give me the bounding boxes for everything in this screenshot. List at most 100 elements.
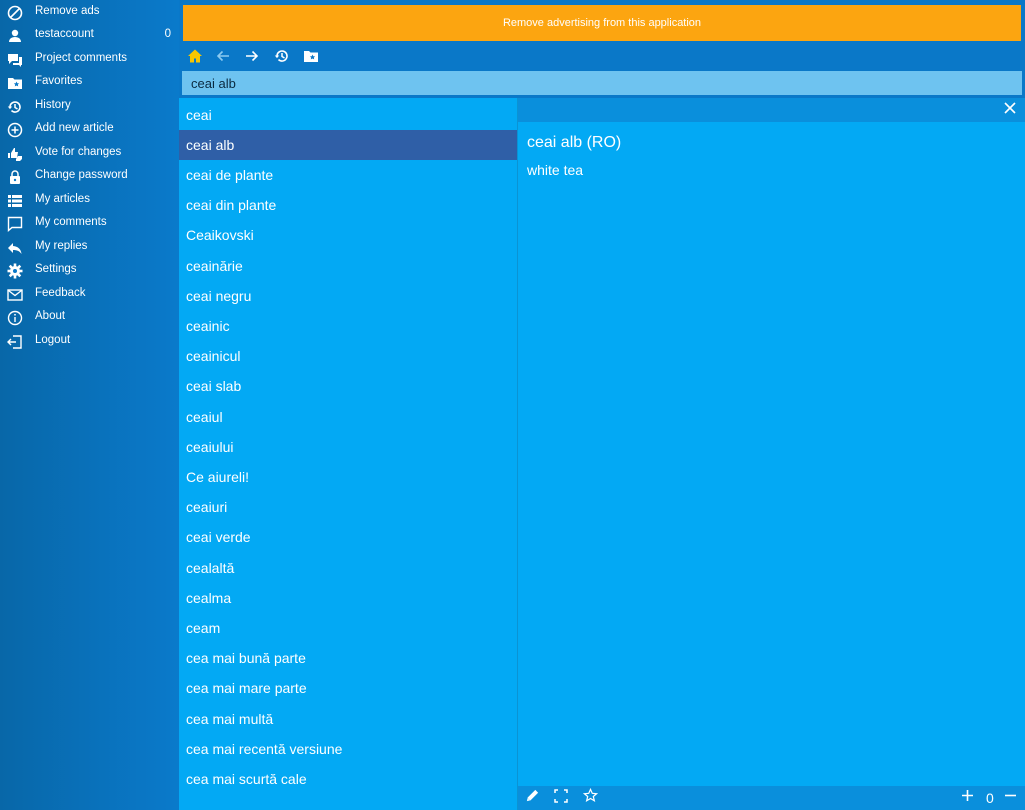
edit-button[interactable] — [523, 789, 541, 807]
detail-header — [518, 98, 1025, 122]
remove-ads-banner[interactable]: Remove advertising from this application — [183, 5, 1021, 41]
list-item[interactable]: ceai din plante — [179, 190, 517, 220]
navigation-toolbar — [183, 45, 1025, 71]
word-list: ceai ceai alb ceai de plante ceai din pl… — [179, 98, 517, 810]
list-icon — [6, 192, 23, 209]
sidebar-item-label: Vote for changes — [35, 146, 122, 158]
sidebar-item-project-comments[interactable]: Project comments — [0, 48, 179, 71]
sidebar-item-account[interactable]: testaccount 0 — [0, 24, 179, 47]
account-count: 0 — [164, 28, 171, 40]
list-item[interactable]: cea mai multă — [179, 704, 517, 734]
zoom-level: 0 — [986, 790, 994, 806]
zoom-out-button[interactable] — [1001, 789, 1019, 807]
sidebar-item-label: testaccount — [35, 28, 94, 40]
comment-icon — [6, 215, 23, 232]
list-item[interactable]: cealma — [179, 583, 517, 613]
back-icon — [215, 48, 231, 69]
list-item[interactable]: cea mai scurtă cale — [179, 764, 517, 794]
sidebar-item-my-replies[interactable]: My replies — [0, 236, 179, 259]
article-detail: ceai alb (RO) white tea 0 — [518, 98, 1025, 810]
zoom-in-button[interactable] — [958, 789, 976, 807]
sidebar-item-my-articles[interactable]: My articles — [0, 189, 179, 212]
sidebar-item-favorites[interactable]: Favorites — [0, 71, 179, 94]
sidebar-item-label: My articles — [35, 193, 90, 205]
sidebar-item-label: Favorites — [35, 75, 83, 87]
list-item[interactable]: Ce aiureli! — [179, 462, 517, 492]
reply-icon — [6, 239, 23, 256]
info-icon — [6, 309, 23, 326]
history-icon — [274, 48, 290, 69]
history-icon — [6, 98, 23, 115]
list-item[interactable]: ceam — [179, 613, 517, 643]
sidebar-item-add-new-article[interactable]: Add new article — [0, 118, 179, 141]
list-item[interactable]: ceainărie — [179, 251, 517, 281]
sidebar-item-label: My replies — [35, 240, 88, 252]
sidebar-item-vote-for-changes[interactable]: Vote for changes — [0, 142, 179, 165]
home-button[interactable] — [184, 47, 206, 69]
list-item[interactable]: cea mai mare parte — [179, 673, 517, 703]
mail-icon — [6, 286, 23, 303]
sidebar-item-remove-ads[interactable]: Remove ads — [0, 1, 179, 24]
list-item[interactable]: ceainicul — [179, 341, 517, 371]
sidebar-item-label: Add new article — [35, 122, 114, 134]
sidebar-item-feedback[interactable]: Feedback — [0, 283, 179, 306]
fullscreen-button[interactable] — [552, 788, 570, 808]
sidebar-item-history[interactable]: History — [0, 95, 179, 118]
pencil-icon — [525, 788, 540, 808]
search-input[interactable] — [182, 71, 1022, 95]
sidebar-item-logout[interactable]: Logout — [0, 330, 179, 353]
article-translation: white tea — [527, 162, 584, 178]
sidebar-item-settings[interactable]: Settings — [0, 259, 179, 282]
back-button[interactable] — [212, 47, 234, 69]
list-item[interactable]: ceaiuri — [179, 492, 517, 522]
sidebar-item-my-comments[interactable]: My comments — [0, 212, 179, 235]
add-circle-icon — [6, 121, 23, 138]
close-button[interactable] — [1001, 101, 1019, 119]
block-icon — [6, 4, 23, 21]
sidebar: Remove ads testaccount 0 Project comment… — [0, 0, 179, 810]
list-item[interactable]: ceai slab — [179, 371, 517, 401]
sidebar-item-change-password[interactable]: Change password — [0, 165, 179, 188]
list-item[interactable]: ceai de plante — [179, 160, 517, 190]
main-content: ceai ceai alb ceai de plante ceai din pl… — [179, 98, 1025, 810]
sidebar-item-label: Logout — [35, 334, 71, 346]
detail-footer: 0 — [518, 786, 1025, 810]
article-title: ceai alb (RO) — [527, 134, 622, 151]
list-item[interactable]: ceai negru — [179, 281, 517, 311]
history-button[interactable] — [271, 47, 293, 69]
sidebar-item-label: History — [35, 99, 71, 111]
sidebar-item-label: About — [35, 310, 66, 322]
list-item[interactable]: ceai verde — [179, 522, 517, 552]
logout-icon — [6, 333, 23, 350]
sidebar-item-label: Settings — [35, 263, 77, 275]
favorite-button[interactable] — [581, 787, 599, 807]
lock-icon — [6, 168, 23, 185]
favorites-button[interactable] — [300, 47, 322, 69]
user-icon — [6, 27, 23, 44]
list-item[interactable]: ceaiul — [179, 402, 517, 432]
list-item[interactable]: ceai — [179, 100, 517, 130]
gear-icon — [6, 262, 23, 279]
list-item[interactable]: cea mai recentă versiune — [179, 734, 517, 764]
sidebar-item-label: Change password — [35, 169, 128, 181]
sidebar-item-label: Feedback — [35, 287, 86, 299]
forward-button[interactable] — [241, 47, 263, 69]
list-item-selected[interactable]: ceai alb — [179, 130, 517, 160]
favorites-folder-icon — [303, 48, 319, 69]
close-icon — [1003, 101, 1017, 120]
sidebar-item-about[interactable]: About — [0, 306, 179, 329]
sidebar-item-label: Remove ads — [35, 5, 100, 17]
fullscreen-icon — [554, 788, 568, 808]
thumbs-icon — [6, 145, 23, 162]
plus-icon — [961, 789, 974, 807]
list-item[interactable]: ceainic — [179, 311, 517, 341]
sidebar-item-label: Project comments — [35, 52, 128, 64]
list-item[interactable]: cea mai bună parte — [179, 643, 517, 673]
chat-icon — [6, 51, 23, 68]
banner-text: Remove advertising from this application — [502, 17, 702, 29]
list-item[interactable]: cealaltă — [179, 553, 517, 583]
favorites-folder-icon — [6, 74, 23, 91]
home-icon — [187, 48, 203, 69]
list-item[interactable]: ceaiului — [179, 432, 517, 462]
list-item[interactable]: Ceaikovski — [179, 220, 517, 250]
